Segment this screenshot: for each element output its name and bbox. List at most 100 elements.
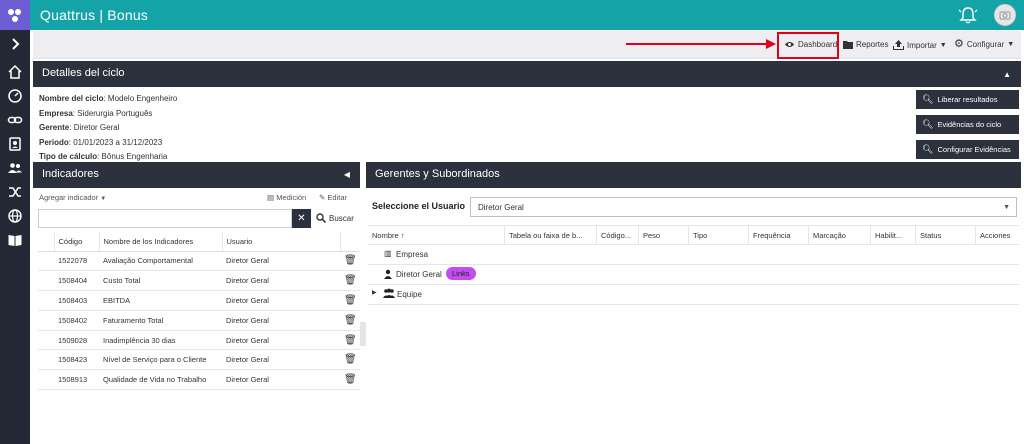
gauge-icon[interactable] [7,88,23,104]
indicadores-title: Indicadores [42,168,99,180]
bell-icon[interactable] [957,5,979,25]
tree-row-diretor[interactable]: Diretor Geral Links [368,265,1019,285]
subordinados-header-row: Nombre ↑ Tabela ou faixa de b... Códigо.… [368,225,1019,245]
top-bar: Quattrus | Bonus [0,0,1024,30]
details-header[interactable]: Detalles del ciclo ▲ [33,61,1021,87]
zoom-icon: 🔍︎ [922,119,934,129]
column-header[interactable]: Tipo [688,226,748,245]
details-title: Detalles del ciclo [42,67,125,79]
evidencias-ciclo-button[interactable]: 🔍︎ Evidências do ciclo [916,115,1019,134]
zoom-icon: 🔍︎ [922,144,934,154]
column-header[interactable]: Tabela ou faixa de b... [504,226,596,245]
sidebar [0,30,30,444]
column-header[interactable]: Código [54,232,100,252]
folder-icon [843,41,853,49]
detail-row: Empresa: Siderurgia Português [39,108,153,118]
expand-icon[interactable]: ▶ [372,289,377,296]
globe-icon[interactable] [7,208,23,224]
select-column [38,232,55,252]
chevron-down-icon: ▼ [1003,204,1010,211]
trash-icon[interactable]: 🗑︎ [340,369,360,391]
building-icon: ▥ [384,249,392,258]
column-header-nombre[interactable]: Nombre ↑ [368,226,504,245]
column-header[interactable]: Status [915,226,975,245]
search-icon [316,213,326,223]
editar-button[interactable]: ✎ Editar [319,193,347,202]
actions-column [340,232,360,252]
app-logo[interactable] [0,0,30,30]
column-header[interactable]: Peso [638,226,688,245]
home-icon[interactable] [7,64,23,80]
select-user-label: Seleccione el Usuario [372,201,466,211]
table-header-row: Código Nombre de los Indicadores Usuario [38,232,360,252]
reportes-label: Reportes [856,40,889,49]
panel-splitter[interactable] [360,322,366,346]
pencil-icon: ✎ [319,193,326,202]
user-avatar[interactable] [994,4,1016,26]
column-header[interactable]: Usuario [222,232,341,252]
table-row[interactable]: 1508404 Custo Total Diretor Geral 🗑︎ [38,270,360,292]
table-row[interactable]: 1522078 Avaliação Comportamental Diretor G… [38,251,360,272]
indicadores-tools: Agregar indicador ▼ ▤ Medición ✎ Editar [39,193,357,202]
table-row[interactable]: 1508423 Nível de Serviço para o Cliente Di… [38,349,360,371]
gerentes-header: Gerentes y Subordinados [366,162,1021,188]
importar-label: Importar [907,40,937,50]
importar-button[interactable]: Importar ▼ [893,40,947,50]
configurar-label: Configurar [966,40,1005,49]
detail-row: Periodo: 01/01/2023 a 31/12/2023 [39,137,163,147]
collapse-left-icon[interactable]: ◀ [344,170,350,179]
details-panel: Nombre del ciclo: Modelo Engenheiro Empr… [39,92,177,165]
column-header[interactable]: Frequência [748,226,808,245]
badge-icon[interactable] [7,136,23,152]
column-header[interactable]: Habilit... [870,226,915,245]
table-row[interactable]: 1509028 Inadimplência 30 dias Diretor Gera… [38,330,360,351]
indicadores-header: Indicadores ◀ [33,162,360,188]
table-row[interactable]: 1508913 Qualidade de Vida no Trabalho Dire… [38,369,360,391]
annotation-arrow [626,39,776,49]
table-row[interactable]: 1508402 Faturamento Total Diretor Geral 🗑︎ [38,310,360,331]
trash-icon[interactable]: 🗑︎ [340,270,360,292]
tree-row-empresa[interactable]: ▥ Empresa [368,245,1019,265]
caret-down-icon: ▼ [939,41,947,49]
agregar-indicador-dropdown[interactable]: Agregar indicador ▼ [39,193,106,202]
column-header[interactable]: Marcação [808,226,870,245]
group-icon [382,288,396,300]
liberar-resultados-button[interactable]: 🔍︎ Liberar resultados [916,90,1019,109]
camera-icon [999,11,1011,20]
chevron-right-icon[interactable] [7,36,23,52]
column-header[interactable]: Nombre de los Indicadores [99,232,223,252]
buscar-button[interactable]: Buscar [316,213,354,223]
clear-search-button[interactable]: ✕ [292,209,311,228]
column-header[interactable]: Códigо... [596,226,638,245]
link-icon[interactable] [7,112,23,128]
trash-icon[interactable]: 🗑︎ [340,330,360,351]
book-icon[interactable] [7,232,23,248]
reportes-button[interactable]: Reportes [843,40,888,49]
medicion-button[interactable]: ▤ Medición [267,193,306,202]
configurar-evidencias-button[interactable]: 🔍︎ Configurar Evidências [916,140,1019,159]
caret-down-icon: ▼ [1007,41,1015,48]
trash-icon[interactable]: 🗑︎ [340,251,360,272]
indicadores-table: Código Nombre de los Indicadores Usuario… [38,232,360,391]
dashboard-label: Dashboard [798,40,838,49]
dashboard-button[interactable]: Dashboard [784,40,837,49]
table-row[interactable]: 1508403 EBITDA Diretor Geral 🗑︎ [38,290,360,311]
collapse-icon[interactable]: ▲ [1003,70,1011,79]
configurar-button[interactable]: ⚙ Configurar ▼ [954,38,1015,50]
tree-row-equipe[interactable]: ▶ Equipe [368,285,1019,305]
detail-row: Gerente: Diretor Geral [39,123,120,132]
document-icon: ▤ [267,193,275,202]
trash-icon[interactable]: 🗑︎ [340,349,360,371]
shuffle-icon[interactable] [7,184,23,200]
trash-icon[interactable]: 🗑︎ [340,310,360,331]
users-icon[interactable] [7,160,23,176]
indicador-search-input[interactable] [38,209,292,228]
links-badge[interactable]: Links [446,267,476,280]
person-icon [383,269,393,281]
column-header[interactable]: Acciones [975,226,1019,245]
gear-icon: ⚙ [954,38,964,50]
trash-icon[interactable]: 🗑︎ [340,290,360,311]
user-select[interactable]: Diretor Geral ▼ [470,197,1017,217]
detail-row: Nombre del ciclo: Modelo Engenheiro [39,94,178,103]
eye-icon [784,41,795,48]
